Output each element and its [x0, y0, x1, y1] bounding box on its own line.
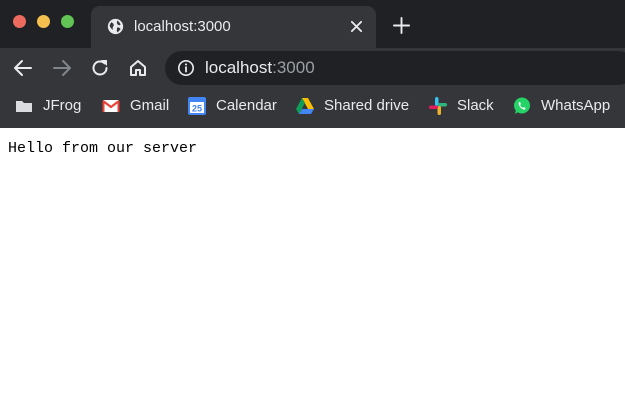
browser-chrome: localhost:3000 localhost:3000 JFrog Gmai…: [0, 0, 625, 128]
url-text: localhost:3000: [205, 58, 315, 78]
tab-title: localhost:3000: [134, 18, 231, 35]
bookmark-label: JFrog: [43, 97, 82, 114]
reload-icon[interactable]: [90, 58, 110, 78]
window-zoom-button[interactable]: [61, 15, 74, 28]
bookmark-label: WhatsApp: [541, 97, 611, 114]
url-port: :3000: [272, 58, 315, 77]
bookmark-slack[interactable]: Slack: [428, 92, 494, 120]
bookmark-label: Gmail: [130, 97, 170, 114]
bookmark-label: Slack: [457, 97, 494, 114]
bookmark-calendar[interactable]: 25 Calendar: [187, 92, 277, 120]
bookmark-whatsapp[interactable]: WhatsApp: [512, 92, 610, 120]
bookmark-gmail[interactable]: Gmail: [101, 92, 169, 120]
folder-icon: [16, 101, 32, 112]
gmail-icon: [102, 100, 120, 112]
back-arrow-icon[interactable]: [13, 58, 33, 78]
forward-arrow-icon[interactable]: [52, 58, 72, 78]
bookmark-label: Calendar: [216, 97, 277, 114]
info-icon[interactable]: [177, 59, 195, 77]
url-host: localhost: [205, 58, 273, 77]
close-icon[interactable]: [350, 20, 363, 33]
tab-strip: localhost:3000: [0, 0, 625, 48]
address-bar[interactable]: localhost:3000: [165, 51, 625, 85]
window-minimize-button[interactable]: [37, 15, 50, 28]
window-close-button[interactable]: [13, 15, 26, 28]
bookmark-jfrog[interactable]: JFrog: [14, 92, 81, 120]
calendar-date: 25: [192, 104, 202, 114]
home-icon[interactable]: [128, 58, 148, 78]
bookmarks-bar: JFrog Gmail 25 Calendar Shared drive Sla…: [0, 92, 625, 120]
new-tab-icon[interactable]: [393, 17, 410, 34]
bookmark-shared-drive[interactable]: Shared drive: [295, 92, 409, 120]
slack-icon: [429, 97, 447, 115]
calendar-icon: 25: [188, 97, 206, 115]
tab-localhost[interactable]: localhost:3000: [91, 6, 376, 48]
page-body-text: Hello from our server: [8, 140, 198, 157]
whatsapp-icon: [514, 97, 530, 114]
page-content: Hello from our server: [0, 128, 625, 420]
google-drive-icon: [296, 98, 314, 114]
bookmark-label: Shared drive: [324, 97, 410, 114]
globe-icon: [107, 18, 124, 35]
